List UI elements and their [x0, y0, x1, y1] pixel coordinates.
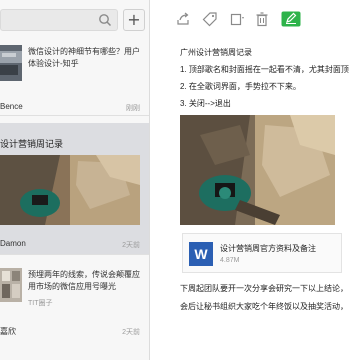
divider — [0, 115, 149, 116]
step-text: 1. 顶部歌名和封面摇在一起看不清，尤其封面顶 — [180, 65, 349, 74]
note-date: 2天前 — [122, 242, 140, 249]
step-text: 2. 在全歌词界面，手势拉不下来。 — [180, 82, 301, 91]
note-snippet: 预埋两年的线索，传说会颠覆应用市场的微信应用号曝光 — [28, 270, 140, 291]
note-thumbnail — [0, 268, 22, 302]
note-snippet: 微信设计的神细节有哪些？用户体验设计-知乎 — [28, 47, 140, 68]
attachment-name: 设计营销周官方资料及备注 — [220, 244, 316, 253]
divider — [0, 254, 149, 255]
note-image — [180, 115, 335, 225]
note-title: 广州设计营销周记录 — [180, 48, 252, 57]
attachment-size: 4.87M — [220, 257, 240, 264]
search-row: + — [0, 6, 149, 34]
note-date: 刚刚 — [126, 105, 140, 112]
note-date: 2天前 — [122, 329, 140, 336]
detail-toolbar — [151, 0, 360, 38]
note-detail-pane: 广州设计营销周记录 1. 顶部歌名和封面摇在一起看不清，尤其封面顶 2. 在全歌… — [151, 0, 360, 360]
note-author: 嘉欣 — [0, 327, 16, 336]
attachment-card[interactable]: W 设计营销周官方资料及备注 4.87M — [182, 233, 342, 273]
window-icon[interactable] — [229, 11, 245, 27]
note-thumbnail — [0, 45, 22, 81]
step-text: 3. 关闭-->退出 — [180, 99, 231, 108]
body-text: 会后让秘书组织大家吃个年终饭以及抽奖活动， — [180, 302, 348, 311]
body-text: 下周起团队要开一次分享会研究一下以上结论， — [180, 284, 348, 293]
notes-list-pane: + 微信设计的神细节有哪些？用户体验设计-知乎 Bence 刚刚 设计营销周记录… — [0, 0, 150, 360]
tag-icon[interactable] — [202, 11, 218, 27]
search-icon[interactable] — [97, 12, 113, 28]
note-author: Damon — [0, 239, 26, 248]
search-input[interactable] — [0, 9, 118, 31]
note-title: 设计营销周记录 — [0, 139, 64, 149]
note-author: Bence — [0, 102, 23, 111]
note-item-1[interactable]: 微信设计的神细节有哪些？用户体验设计-知乎 Bence 刚刚 — [0, 38, 149, 115]
note-item-3[interactable]: 预埋两年的线索，传说会颠覆应用市场的微信应用号曝光 TIT圈子 嘉欣 2天前 — [0, 262, 149, 360]
note-source: TIT圈子 — [28, 300, 53, 307]
share-icon[interactable] — [175, 11, 191, 27]
edit-icon[interactable] — [281, 11, 301, 27]
note-item-2[interactable]: 设计营销周记录 Damon 2天前 — [0, 123, 149, 254]
note-thumbnail — [0, 155, 140, 225]
trash-icon[interactable] — [254, 11, 270, 27]
word-file-icon: W — [189, 242, 213, 266]
add-note-button[interactable]: + — [123, 9, 145, 31]
